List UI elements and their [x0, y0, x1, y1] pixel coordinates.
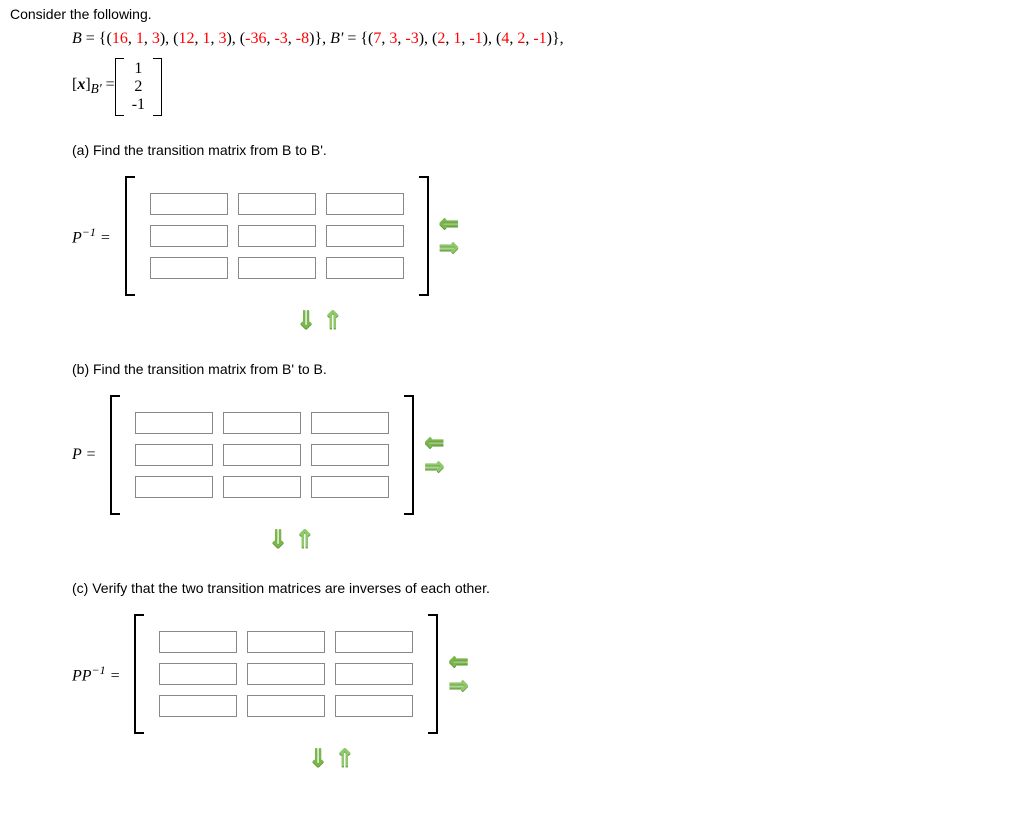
matrix-c-cell[interactable] [247, 695, 325, 717]
part-c-label: (c) Verify that the two transition matri… [72, 580, 1014, 596]
col-arrows-c[interactable]: ⇐ ⇒ [448, 653, 468, 695]
add-row-icon[interactable]: ⇓ [308, 745, 328, 772]
matrix-a-cell[interactable] [150, 193, 228, 215]
x-b-prime-row: [x]B' = 1 2 -1 [72, 58, 1014, 116]
x-b-prime-matrix: 1 2 -1 [115, 58, 162, 116]
remove-row-icon[interactable]: ⇑ [295, 526, 315, 553]
matrix-b-cell[interactable] [135, 476, 213, 498]
matrix-b-cell[interactable] [311, 412, 389, 434]
intro-text: Consider the following. [10, 6, 1014, 22]
row-arrows-a[interactable]: ⇓ ⇑ [296, 306, 1014, 335]
matrix-b-cell[interactable] [223, 444, 301, 466]
matrix-c-cell[interactable] [335, 695, 413, 717]
matrix-a [125, 176, 429, 296]
matrix-c-cell[interactable] [335, 663, 413, 685]
matrix-b-cell[interactable] [311, 476, 389, 498]
matrix-c [134, 614, 438, 734]
matrix-c-cell[interactable] [159, 663, 237, 685]
given-sets: B = {(16, 1, 3), (12, 1, 3), (-36, -3, -… [72, 30, 1014, 48]
remove-row-icon[interactable]: ⇑ [323, 307, 343, 334]
part-b-answer: P = ⇐ ⇒ [72, 395, 1014, 515]
remove-row-icon[interactable]: ⇑ [335, 745, 355, 772]
add-col-icon[interactable]: ⇒ [448, 677, 468, 695]
matrix-b-cell[interactable] [311, 444, 389, 466]
matrix-b-cell[interactable] [223, 412, 301, 434]
p-inverse-label: P−1 = [72, 225, 111, 247]
pp-inverse-label: PP−1 = [72, 663, 120, 685]
p-label: P = [72, 446, 96, 464]
col-arrows-a[interactable]: ⇐ ⇒ [439, 215, 459, 257]
matrix-c-cell[interactable] [159, 695, 237, 717]
matrix-c-cell[interactable] [247, 663, 325, 685]
matrix-a-cell[interactable] [150, 257, 228, 279]
matrix-b-cell[interactable] [135, 444, 213, 466]
row-arrows-c[interactable]: ⇓ ⇑ [308, 744, 1014, 773]
matrix-a-cell[interactable] [238, 257, 316, 279]
matrix-b [110, 395, 414, 515]
matrix-b-cell[interactable] [135, 412, 213, 434]
matrix-c-cell[interactable] [159, 631, 237, 653]
matrix-c-cell[interactable] [247, 631, 325, 653]
row-arrows-b[interactable]: ⇓ ⇑ [268, 525, 1014, 554]
matrix-a-cell[interactable] [326, 257, 404, 279]
add-row-icon[interactable]: ⇓ [268, 526, 288, 553]
matrix-b-cell[interactable] [223, 476, 301, 498]
matrix-a-cell[interactable] [326, 193, 404, 215]
part-a-answer: P−1 = ⇐ ⇒ [72, 176, 1014, 296]
matrix-a-cell[interactable] [238, 225, 316, 247]
matrix-a-cell[interactable] [150, 225, 228, 247]
x-label: [x]B' = [72, 76, 115, 97]
part-c-answer: PP−1 = ⇐ ⇒ [72, 614, 1014, 734]
matrix-c-cell[interactable] [335, 631, 413, 653]
matrix-a-cell[interactable] [326, 225, 404, 247]
part-b-label: (b) Find the transition matrix from B' t… [72, 361, 1014, 377]
col-arrows-b[interactable]: ⇐ ⇒ [424, 434, 444, 476]
add-col-icon[interactable]: ⇒ [424, 458, 444, 476]
remove-col-icon[interactable]: ⇐ [424, 434, 444, 452]
add-row-icon[interactable]: ⇓ [296, 307, 316, 334]
add-col-icon[interactable]: ⇒ [439, 239, 459, 257]
remove-col-icon[interactable]: ⇐ [439, 215, 459, 233]
matrix-a-cell[interactable] [238, 193, 316, 215]
part-a-label: (a) Find the transition matrix from B to… [72, 142, 1014, 158]
remove-col-icon[interactable]: ⇐ [448, 653, 468, 671]
